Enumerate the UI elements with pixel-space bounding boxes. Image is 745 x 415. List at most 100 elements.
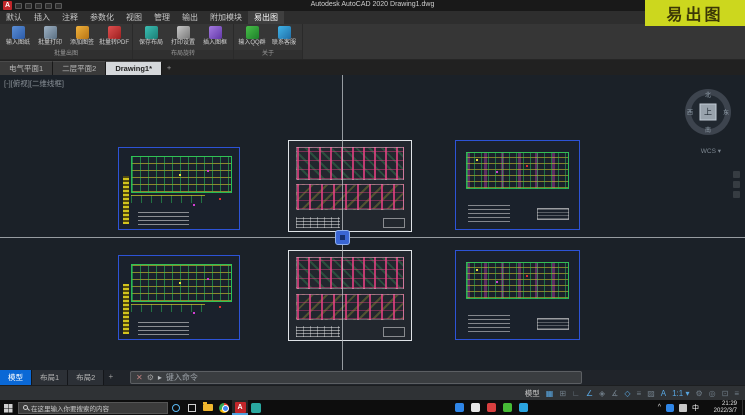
viewcube-east[interactable]: 东 [723,108,729,117]
model-space-canvas[interactable]: [-][俯视][二维线框] 北 南 西 东 上 [0,75,745,370]
command-close-icon[interactable]: ✕ [136,373,143,382]
print-settings-button[interactable]: 打印设置 [168,26,198,47]
viewcube-west[interactable]: 西 [687,108,693,117]
insert-frame-button[interactable]: 插入图框 [200,26,230,47]
batch-pdf-icon [108,26,121,39]
app-icon[interactable] [248,400,264,415]
command-prompt-icon: ▸ [158,373,162,382]
ribbon-group-layout: 保存布局 打印设置 插入图框 布局旋转 [133,24,234,59]
add-titleblock-icon [76,26,89,39]
tray-app-icon[interactable] [503,403,512,412]
tab-yichutu[interactable]: 易出图 [248,11,284,24]
batch-print-button[interactable]: 批量打印 [35,26,65,47]
command-input-placeholder[interactable]: 键入命令 [166,372,198,383]
tab-manage[interactable]: 管理 [148,11,176,24]
import-drawings-button[interactable]: 输入图纸 [3,26,33,47]
tab-insert[interactable]: 插入 [28,11,56,24]
hidden-icons-chevron[interactable]: ^ [658,404,661,411]
snap-icon[interactable]: ⊞ [559,389,566,398]
tray-app-icon[interactable] [519,403,528,412]
contact-support-button[interactable]: 联系客服 [269,26,299,47]
save-icon[interactable] [15,3,22,9]
layout-tab-1[interactable]: 布局1 [32,370,68,385]
annotation-visibility-icon[interactable]: A [661,389,666,398]
file-tab-1[interactable]: 电气平面1 [0,61,53,75]
tab-default[interactable]: 默认 [0,11,28,24]
command-line[interactable]: ✕ ⚙ ▸ 键入命令 [130,371,582,384]
file-tab-2[interactable]: 二层平面2 [53,61,106,75]
isolate-objects-icon[interactable]: ◎ [709,389,716,398]
tab-addins[interactable]: 附加模块 [204,11,248,24]
viewcube-top-face[interactable]: 上 [700,104,717,121]
layout-tab-2[interactable]: 布局2 [68,370,104,385]
ortho-icon[interactable]: ∟ [572,389,580,398]
task-view-button[interactable] [184,400,200,415]
object-snap-tracking-icon[interactable]: ∡ [611,389,618,398]
layout-tab-model[interactable]: 模型 [0,370,32,385]
lineweight-icon[interactable]: ≡ [637,389,642,398]
taskbar-clock[interactable]: 21:29 2022/3/7 [714,401,737,415]
tray-app-icon[interactable] [487,403,496,412]
ribbon-group-batch-plot: 输入图纸 批量打印 添加图签 批量转PDF 批量出图 [0,24,133,59]
app-menu-button[interactable]: A [3,1,12,10]
qq-group-button[interactable]: 输入QQ群 [237,26,267,47]
save-layout-button[interactable]: 保存布局 [136,26,166,47]
new-layout-button[interactable]: + [104,370,117,385]
transparency-icon[interactable]: ▨ [647,389,655,398]
floor-plan-drawing-1[interactable] [118,147,240,230]
crosshair-horizontal [0,237,745,238]
tab-parametric[interactable]: 参数化 [84,11,120,24]
tab-view[interactable]: 视图 [120,11,148,24]
ime-indicator[interactable]: 中 [692,403,699,413]
undo-icon[interactable] [45,3,52,9]
annotation-scale-control[interactable]: 1:1 ▾ [672,389,689,398]
clean-screen-icon[interactable]: ⊡ [722,389,729,398]
command-tools-icon[interactable]: ⚙ [147,373,154,382]
floor-plan-drawing-4[interactable] [118,255,240,340]
open-icon[interactable] [25,3,32,9]
new-drawing-tab-button[interactable]: + [162,61,176,75]
workspace-gear-icon[interactable]: ⚙ [695,389,702,398]
tray-app-icon[interactable] [455,403,464,412]
file-tab-drawing1[interactable]: Drawing1* [106,61,162,75]
start-button[interactable] [0,400,16,415]
add-titleblock-button[interactable]: 添加图签 [67,26,97,47]
grid-icon[interactable]: ▦ [546,389,554,398]
browser-icon[interactable] [216,400,232,415]
import-drawings-icon [12,26,25,39]
cortana-button[interactable] [168,400,184,415]
search-placeholder: 在这里输入你要搜索的内容 [31,403,109,413]
viewport-controls[interactable]: [-][俯视][二维线框] [4,78,64,89]
viewcube-north[interactable]: 北 [705,90,711,99]
floor-plan-drawing-3[interactable] [455,140,580,230]
polar-tracking-icon[interactable]: ∠ [586,389,593,398]
file-explorer-icon[interactable] [200,400,216,415]
clock-time: 21:29 [722,401,737,408]
ribbon-group-label: 布局旋转 [133,50,233,59]
tab-annotate[interactable]: 注释 [56,11,84,24]
floor-plan-drawing-6[interactable] [455,250,580,340]
taskbar-search-box[interactable]: 在这里输入你要搜索的内容 [18,402,168,414]
yichutu-overlay-badge[interactable]: 易出图 [645,0,745,26]
tray-app-icon[interactable] [471,403,480,412]
object-snap-icon[interactable]: ◇ [624,389,630,398]
autocad-taskbar-icon[interactable]: A [232,400,248,415]
navigation-bar[interactable] [733,171,742,198]
model-paper-toggle[interactable]: 模型 [525,388,540,399]
customize-icon[interactable]: ≡ [734,389,739,398]
isodraft-icon[interactable]: ◈ [599,389,605,398]
system-tray: ^ 中 [658,400,699,415]
tray-icon[interactable] [679,404,687,412]
wcs-dropdown[interactable]: WCS ▾ [701,147,721,155]
batch-pdf-button[interactable]: 批量转PDF [99,26,129,47]
viewcube-south[interactable]: 南 [705,125,711,134]
tab-output[interactable]: 输出 [176,11,204,24]
viewcube[interactable]: 北 南 西 东 上 [685,89,731,135]
floor-plan-drawing-2[interactable] [288,140,412,232]
floor-plan-drawing-5[interactable] [288,250,412,341]
ribbon-tab-bar: 默认 插入 注释 参数化 视图 管理 输出 附加模块 易出图 [0,11,745,24]
redo-icon[interactable] [55,3,62,9]
tray-icon[interactable] [666,404,674,412]
print-icon[interactable] [35,3,42,9]
clock-date: 2022/3/7 [714,408,737,415]
